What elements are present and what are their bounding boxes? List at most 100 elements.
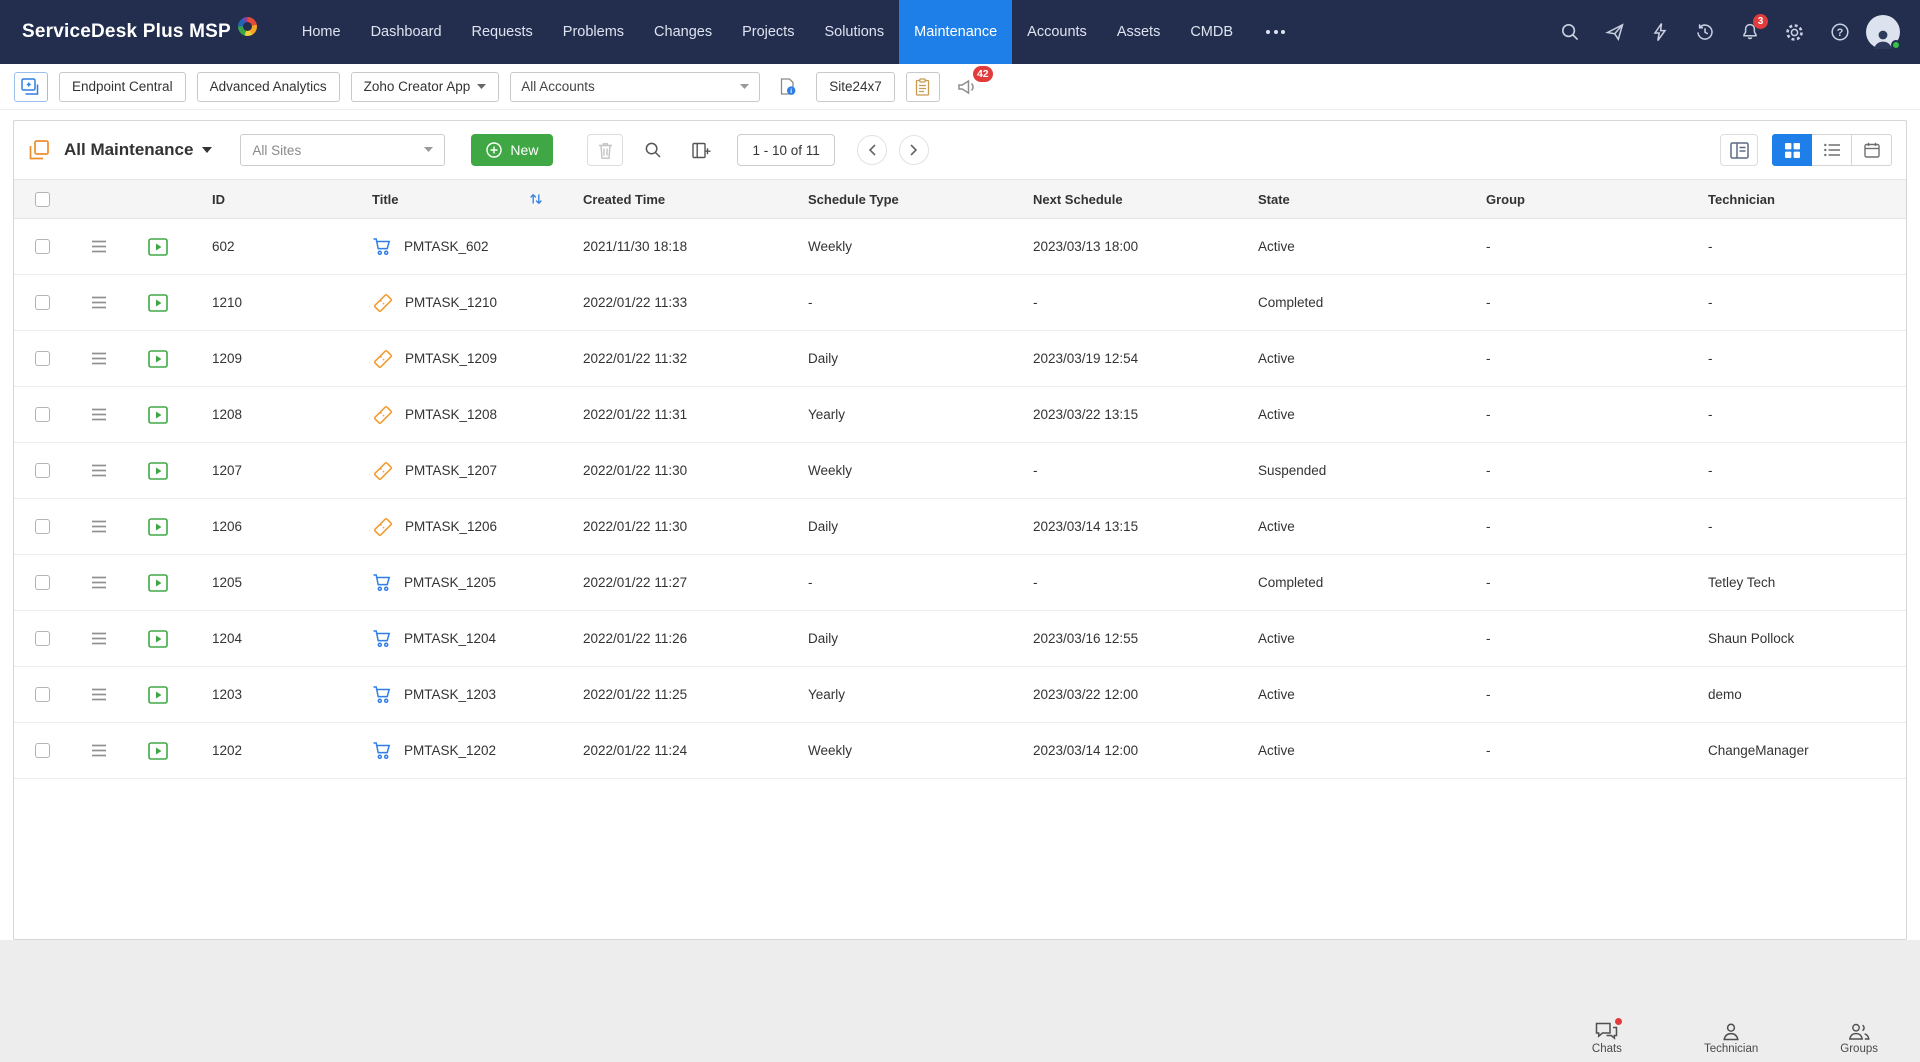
row-execute-icon[interactable] — [128, 629, 188, 648]
nav-item-home[interactable]: Home — [287, 0, 356, 64]
col-created-time[interactable]: Created Time — [559, 192, 784, 207]
clipboard-icon — [916, 77, 930, 96]
col-technician[interactable]: Technician — [1684, 192, 1906, 207]
row-execute-icon[interactable] — [128, 349, 188, 368]
history-icon[interactable] — [1686, 14, 1723, 51]
help-icon[interactable]: ? — [1821, 14, 1858, 51]
col-schedule-type[interactable]: Schedule Type — [784, 192, 1009, 207]
notifications-bell-icon[interactable]: 3 — [1731, 13, 1768, 51]
row-checkbox[interactable] — [14, 463, 70, 478]
task-title-link[interactable]: PMTASK_1209 — [405, 351, 497, 366]
board-view-button[interactable] — [1720, 134, 1758, 166]
row-checkbox[interactable] — [14, 239, 70, 254]
nav-item-accounts[interactable]: Accounts — [1012, 0, 1102, 64]
zoho-creator-app-button[interactable]: Zoho Creator App — [350, 71, 500, 102]
column-chooser-button[interactable] — [683, 134, 720, 166]
row-actions-menu-icon[interactable] — [70, 240, 128, 253]
row-checkbox[interactable] — [14, 407, 70, 422]
site24x7-button[interactable]: Site24x7 — [816, 71, 895, 102]
dock-item-technician[interactable]: Technician — [1704, 1021, 1758, 1055]
row-id: 1204 — [212, 631, 243, 646]
app-logo[interactable]: ServiceDesk Plus MSP — [0, 0, 287, 64]
advanced-analytics-button[interactable]: Advanced Analytics — [196, 71, 340, 102]
search-list-button[interactable] — [635, 134, 672, 166]
row-execute-icon[interactable] — [128, 517, 188, 536]
col-id[interactable]: ID — [188, 192, 348, 207]
row-checkbox[interactable] — [14, 687, 70, 702]
row-actions-menu-icon[interactable] — [70, 408, 128, 421]
row-group: - — [1486, 407, 1491, 422]
row-execute-icon[interactable] — [128, 685, 188, 704]
row-checkbox[interactable] — [14, 743, 70, 758]
task-title-link[interactable]: PMTASK_1203 — [404, 687, 496, 702]
row-actions-menu-icon[interactable] — [70, 520, 128, 533]
account-info-button[interactable]: i — [771, 71, 806, 102]
nav-item-solutions[interactable]: Solutions — [809, 0, 899, 64]
dock-item-chats[interactable]: Chats — [1592, 1018, 1623, 1055]
row-checkbox[interactable] — [14, 519, 70, 534]
task-title-link[interactable]: PMTASK_1205 — [404, 575, 496, 590]
nav-item-maintenance[interactable]: Maintenance — [899, 0, 1013, 64]
row-actions-menu-icon[interactable] — [70, 296, 128, 309]
nav-item-changes[interactable]: Changes — [639, 0, 727, 64]
task-title-link[interactable]: PMTASK_602 — [404, 239, 489, 254]
task-title-link[interactable]: PMTASK_1207 — [405, 463, 497, 478]
calendar-view-button[interactable] — [1852, 134, 1892, 166]
nav-more-button[interactable] — [1248, 0, 1303, 64]
row-next-schedule: 2023/03/22 13:15 — [1033, 407, 1139, 422]
row-checkbox[interactable] — [14, 575, 70, 590]
delete-button[interactable] — [587, 134, 624, 166]
sites-filter-select[interactable]: All Sites — [240, 134, 446, 166]
row-actions-menu-icon[interactable] — [70, 464, 128, 477]
row-checkbox[interactable] — [14, 295, 70, 310]
dock-item-groups[interactable]: Groups — [1840, 1021, 1878, 1055]
list-view-button[interactable] — [1812, 134, 1852, 166]
user-avatar[interactable] — [1866, 15, 1901, 50]
col-state[interactable]: State — [1234, 192, 1462, 207]
col-group[interactable]: Group — [1462, 192, 1684, 207]
search-icon[interactable] — [1551, 14, 1588, 51]
select-all-checkbox[interactable] — [14, 191, 70, 207]
all-accounts-select[interactable]: All Accounts — [510, 71, 761, 102]
prev-page-button[interactable] — [856, 135, 887, 165]
sort-icon[interactable] — [529, 192, 543, 206]
nav-item-requests[interactable]: Requests — [457, 0, 548, 64]
nav-item-problems[interactable]: Problems — [548, 0, 639, 64]
table-row: 1206 PMTASK_1206 2022/01/22 11:30 Daily 2023… — [14, 499, 1906, 555]
task-title-link[interactable]: PMTASK_1208 — [405, 407, 497, 422]
paper-plane-icon[interactable] — [1596, 14, 1633, 51]
row-execute-icon[interactable] — [128, 461, 188, 480]
row-checkbox[interactable] — [14, 631, 70, 646]
nav-item-cmdb[interactable]: CMDB — [1175, 0, 1248, 64]
settings-gear-icon[interactable] — [1776, 14, 1813, 51]
grid-view-button[interactable] — [1772, 134, 1812, 166]
announcements-button[interactable]: 42 — [951, 65, 993, 104]
clipboard-button[interactable] — [905, 71, 940, 102]
task-title-link[interactable]: PMTASK_1206 — [405, 519, 497, 534]
row-execute-icon[interactable] — [128, 741, 188, 760]
col-title[interactable]: Title — [348, 192, 559, 207]
view-title-dropdown[interactable]: All Maintenance — [64, 140, 213, 160]
nav-item-assets[interactable]: Assets — [1102, 0, 1176, 64]
nav-item-dashboard[interactable]: Dashboard — [356, 0, 457, 64]
next-page-button[interactable] — [898, 135, 929, 165]
row-actions-menu-icon[interactable] — [70, 688, 128, 701]
new-button[interactable]: New — [471, 134, 554, 166]
row-actions-menu-icon[interactable] — [70, 576, 128, 589]
row-actions-menu-icon[interactable] — [70, 744, 128, 757]
row-execute-icon[interactable] — [128, 237, 188, 256]
task-title-link[interactable]: PMTASK_1202 — [404, 743, 496, 758]
row-actions-menu-icon[interactable] — [70, 352, 128, 365]
row-actions-menu-icon[interactable] — [70, 632, 128, 645]
endpoint-central-button[interactable]: Endpoint Central — [59, 71, 186, 102]
row-execute-icon[interactable] — [128, 293, 188, 312]
row-execute-icon[interactable] — [128, 405, 188, 424]
col-next-schedule[interactable]: Next Schedule — [1009, 192, 1234, 207]
row-execute-icon[interactable] — [128, 573, 188, 592]
nav-item-projects[interactable]: Projects — [727, 0, 809, 64]
row-checkbox[interactable] — [14, 351, 70, 366]
task-title-link[interactable]: PMTASK_1210 — [405, 295, 497, 310]
task-title-link[interactable]: PMTASK_1204 — [404, 631, 496, 646]
lightning-icon[interactable] — [1641, 14, 1678, 51]
apps-launcher-button[interactable] — [14, 71, 48, 102]
